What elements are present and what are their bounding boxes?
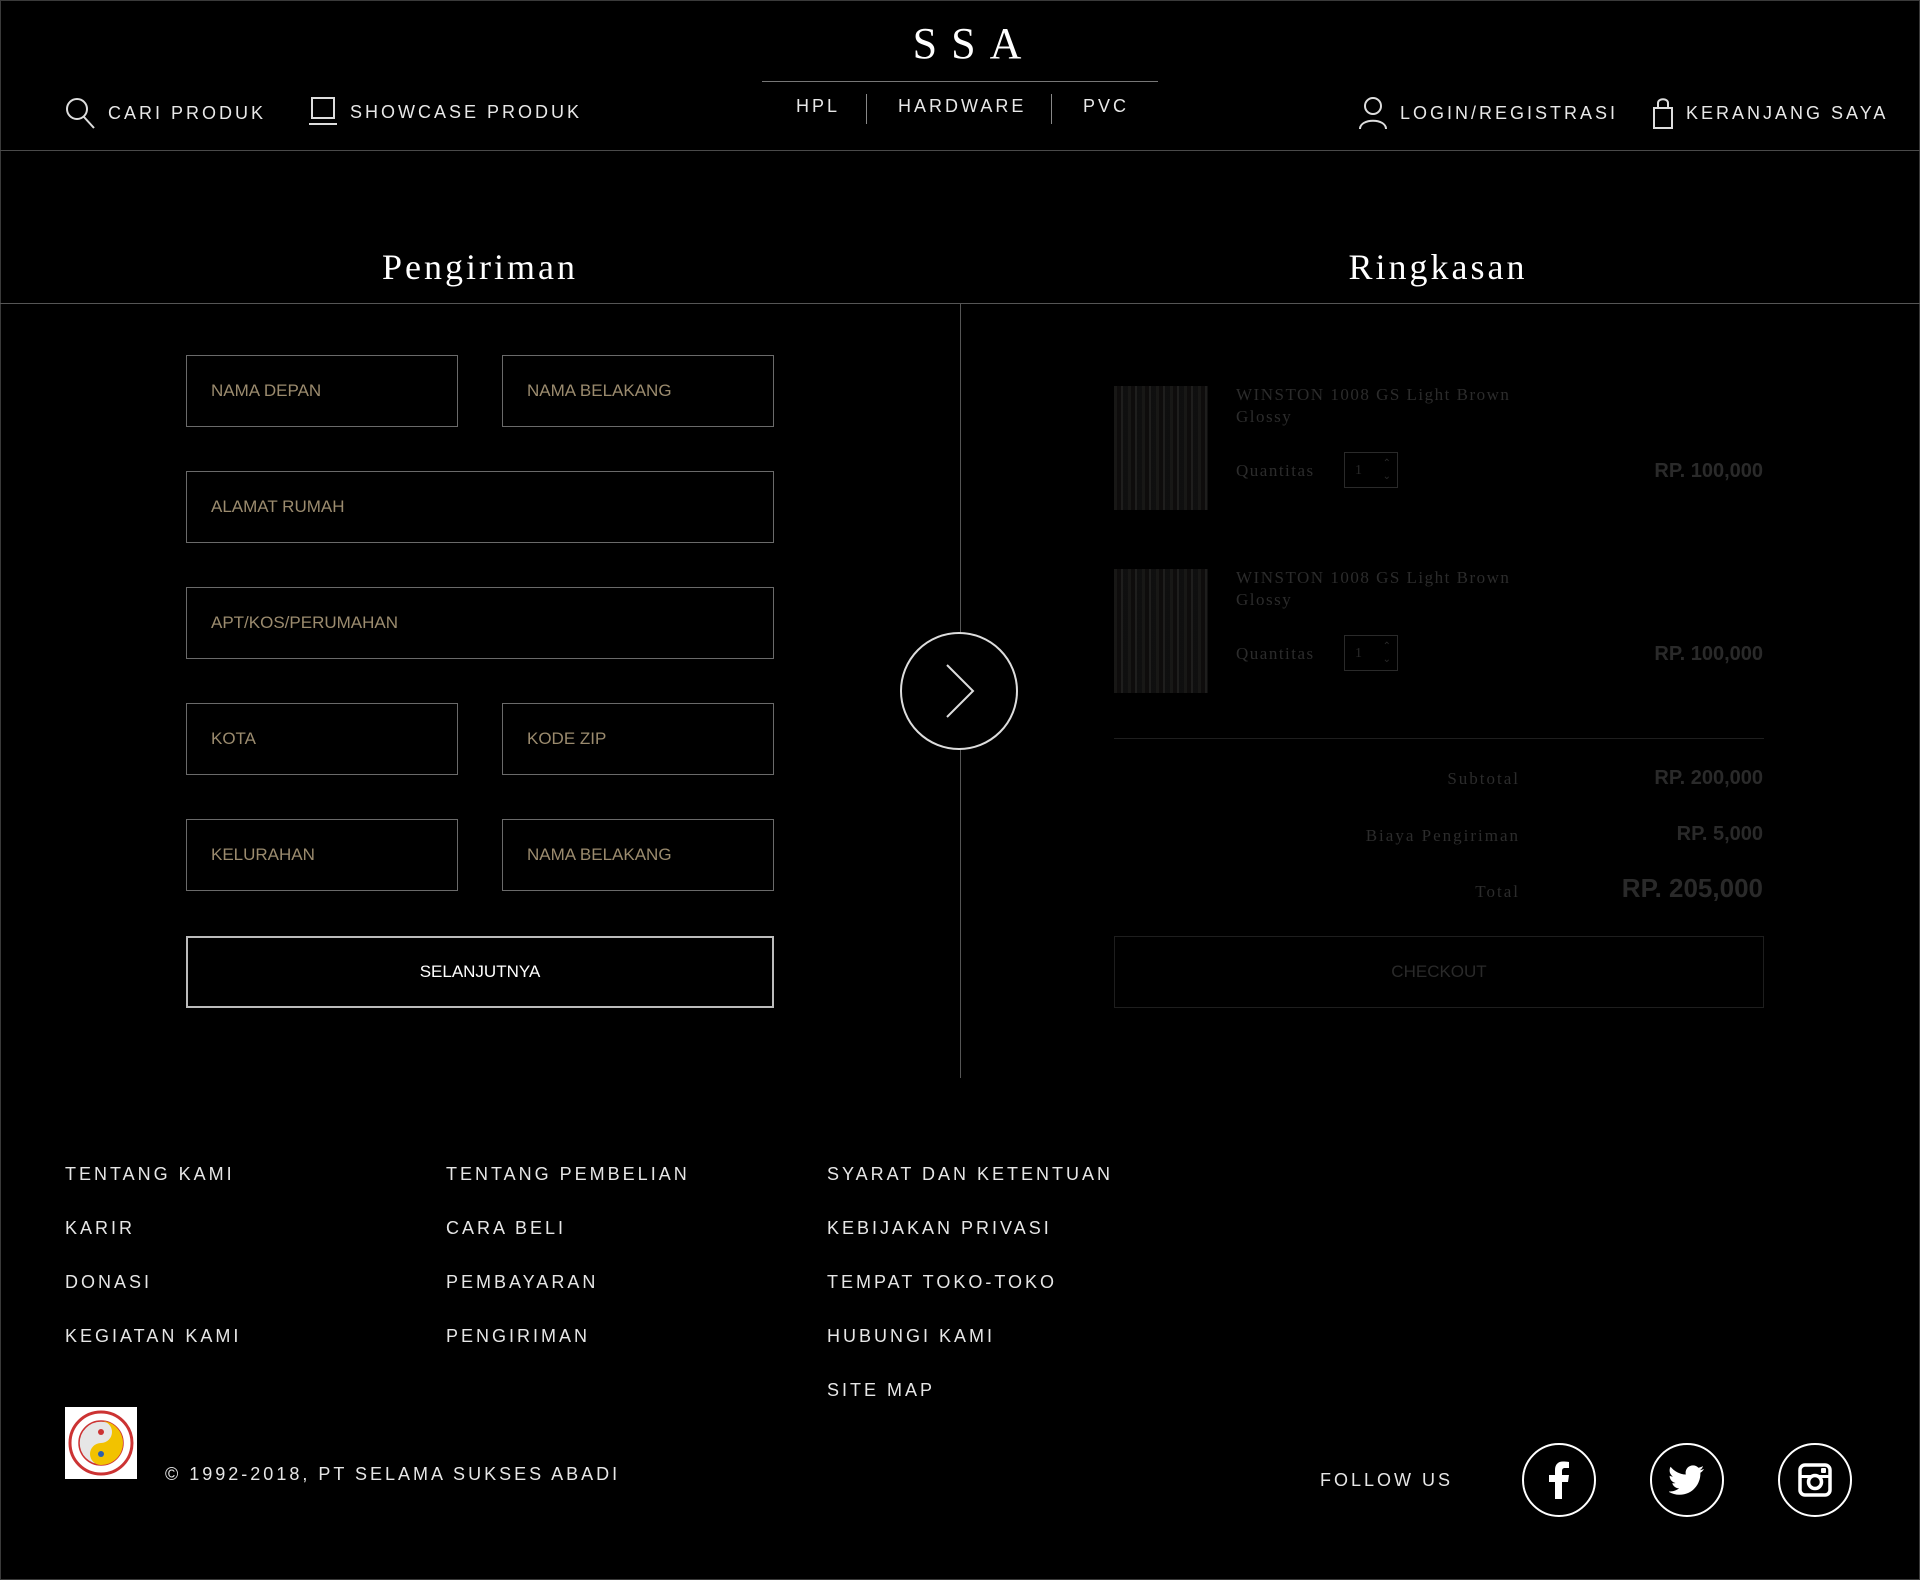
footer-link[interactable]: CARA BELI xyxy=(446,1218,566,1239)
login-link[interactable]: LOGIN/REGISTRASI xyxy=(1358,96,1618,130)
shopping-bag-icon xyxy=(1653,98,1673,129)
follow-us-label: FOLLOW US xyxy=(1320,1470,1454,1490)
summary-title: Ringkasan xyxy=(1348,247,1528,287)
quantity-value: 1 xyxy=(1355,646,1362,661)
total-value: RP. 205,000 xyxy=(1621,873,1763,903)
city-input[interactable] xyxy=(186,703,458,775)
twitter-icon xyxy=(1669,1465,1704,1495)
address-input[interactable] xyxy=(186,471,774,543)
footer-link[interactable]: TEMPAT TOKO-TOKO xyxy=(827,1272,1057,1293)
stepper-arrows-icon[interactable]: ⌃ ⌄ xyxy=(1383,457,1391,483)
category-divider xyxy=(866,94,867,124)
next-button[interactable]: SELANJUTNYA xyxy=(186,936,774,1008)
next-step-arrow-button[interactable] xyxy=(900,632,1018,750)
total-label: Total xyxy=(1475,882,1520,901)
shipping-cost-value: RP. 5,000 xyxy=(1676,823,1763,845)
user-icon xyxy=(1359,97,1387,130)
product-thumbnail xyxy=(1114,569,1208,693)
company-seal-logo xyxy=(65,1407,137,1479)
footer-link[interactable]: TENTANG PEMBELIAN xyxy=(446,1164,690,1185)
instagram-button[interactable] xyxy=(1778,1443,1852,1517)
quantity-label: Quantitas xyxy=(1236,644,1315,663)
product-name: WINSTON 1008 GS Light Brown Glossy xyxy=(1236,568,1511,609)
quantity-value: 1 xyxy=(1355,463,1362,478)
subtotal-label: Subtotal xyxy=(1447,769,1520,788)
footer-link[interactable]: KARIR xyxy=(65,1218,135,1239)
showcase-link[interactable]: SHOWCASE PRODUK xyxy=(308,96,582,128)
company-seal-icon xyxy=(68,1410,134,1476)
category-hardware[interactable]: HARDWARE xyxy=(898,96,1026,117)
footer-link[interactable]: SITE MAP xyxy=(827,1380,935,1401)
footer-link[interactable]: PEMBAYARAN xyxy=(446,1272,598,1293)
search-link[interactable]: CARI PRODUK xyxy=(64,96,266,130)
site-logo[interactable]: SSA xyxy=(760,18,1174,69)
quantity-stepper[interactable]: 1 ⌃ ⌄ xyxy=(1344,635,1398,671)
login-label: LOGIN/REGISTRASI xyxy=(1400,102,1619,123)
product-thumbnail xyxy=(1114,386,1208,510)
search-icon xyxy=(66,98,95,129)
zip-code-input[interactable] xyxy=(502,703,774,775)
footer-link[interactable]: PENGIRIMAN xyxy=(446,1326,590,1347)
subtotal-value: RP. 200,000 xyxy=(1654,767,1763,789)
shipping-title: Pengiriman xyxy=(382,247,578,287)
category-divider xyxy=(1051,94,1052,124)
stepper-arrows-icon[interactable]: ⌃ ⌄ xyxy=(1383,640,1391,666)
footer-link[interactable]: SYARAT DAN KETENTUAN xyxy=(827,1164,1113,1185)
twitter-button[interactable] xyxy=(1650,1443,1724,1517)
footer-link[interactable]: HUBUNGI KAMI xyxy=(827,1326,995,1347)
product-name: WINSTON 1008 GS Light Brown Glossy xyxy=(1236,385,1511,426)
item-price: RP. 100,000 xyxy=(1654,643,1763,665)
item-price: RP. 100,000 xyxy=(1654,460,1763,482)
showcase-label: SHOWCASE PRODUK xyxy=(350,101,583,122)
apartment-input[interactable] xyxy=(186,587,774,659)
logo-underline xyxy=(762,81,1158,82)
footer-link[interactable]: KEBIJAKAN PRIVASI xyxy=(827,1218,1052,1239)
instagram-icon xyxy=(1798,1463,1832,1497)
cart-label: KERANJANG SAYA xyxy=(1686,102,1889,123)
shipping-cost-label: Biaya Pengiriman xyxy=(1365,826,1520,845)
checkout-button[interactable]: CHECKOUT xyxy=(1114,936,1764,1008)
footer-link[interactable]: KEGIATAN KAMI xyxy=(65,1326,241,1347)
footer-link[interactable]: TENTANG KAMI xyxy=(65,1164,235,1185)
district-input[interactable] xyxy=(186,819,458,891)
search-label: CARI PRODUK xyxy=(108,102,267,123)
chevron-right-icon xyxy=(946,664,975,718)
last-name-input[interactable] xyxy=(502,355,774,427)
cart-link[interactable]: KERANJANG SAYA xyxy=(1652,96,1888,130)
summary-separator xyxy=(1114,738,1764,739)
quantity-label: Quantitas xyxy=(1236,461,1315,480)
category-pvc[interactable]: PVC xyxy=(1083,96,1129,117)
category-hpl[interactable]: HPL xyxy=(796,96,840,117)
facebook-icon xyxy=(1549,1461,1569,1499)
footer-link[interactable]: DONASI xyxy=(65,1272,152,1293)
copyright-text: © 1992-2018, PT SELAMA SUKSES ABADI xyxy=(165,1464,621,1484)
first-name-input[interactable] xyxy=(186,355,458,427)
quantity-stepper[interactable]: 1 ⌃ ⌄ xyxy=(1344,452,1398,488)
site-header: CARI PRODUK SHOWCASE PRODUK SSA HPL HARD… xyxy=(0,0,1920,151)
last-name-input-2[interactable] xyxy=(502,819,774,891)
facebook-button[interactable] xyxy=(1522,1443,1596,1517)
showcase-icon xyxy=(309,97,337,125)
